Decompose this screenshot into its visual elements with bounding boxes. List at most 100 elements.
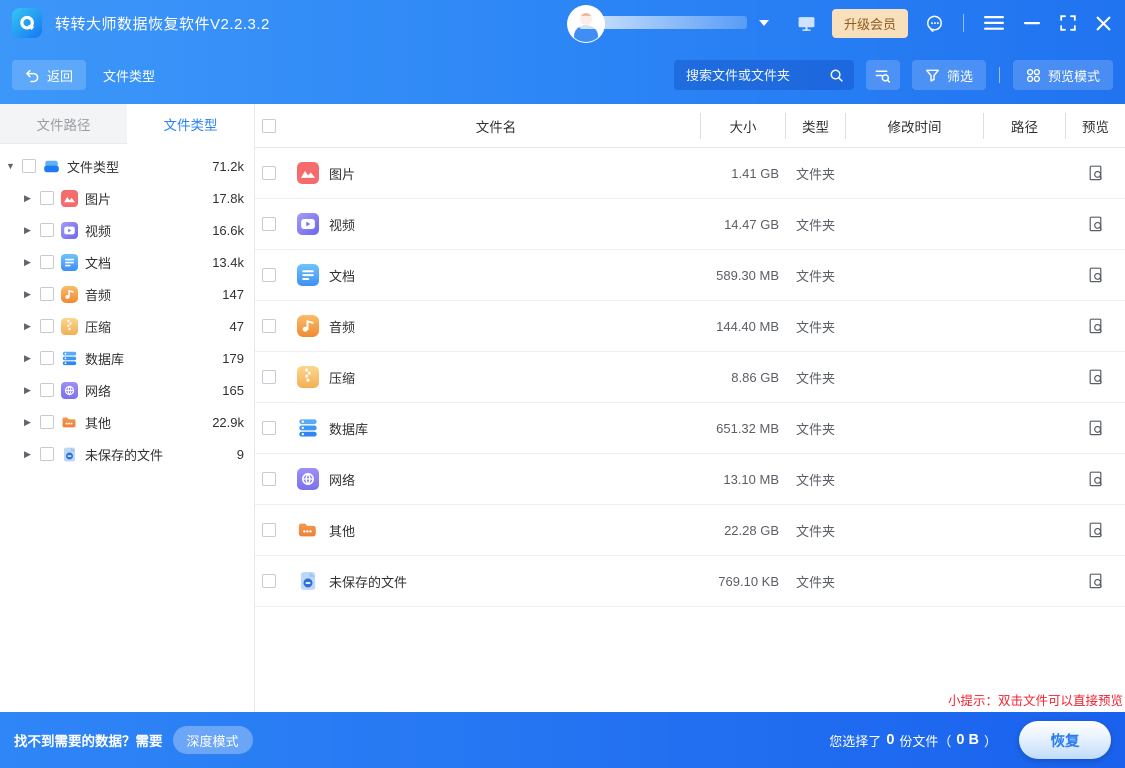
list-search-button[interactable]: [866, 60, 900, 90]
table-row[interactable]: 音频 144.40 MB 文件夹: [255, 301, 1125, 352]
tree-checkbox[interactable]: [40, 447, 54, 461]
filter-button-label: 筛选: [947, 66, 973, 85]
expand-arrow-icon[interactable]: ▶: [24, 225, 39, 236]
preview-file-icon[interactable]: [1087, 164, 1105, 182]
tree-item[interactable]: ▼ 文件类型 71.2k: [0, 150, 254, 182]
table-row[interactable]: 数据库 651.32 MB 文件夹: [255, 403, 1125, 454]
table-row[interactable]: 压缩 8.86 GB 文件夹: [255, 352, 1125, 403]
file-size: 769.10 KB: [701, 574, 785, 589]
tree-checkbox[interactable]: [40, 255, 54, 269]
expand-arrow-icon[interactable]: ▼: [6, 161, 21, 171]
recover-button[interactable]: 恢复: [1019, 721, 1111, 759]
expand-arrow-icon[interactable]: ▶: [24, 257, 39, 268]
table-row[interactable]: 网络 13.10 MB 文件夹: [255, 454, 1125, 505]
table-row[interactable]: 图片 1.41 GB 文件夹: [255, 148, 1125, 199]
account-area[interactable]: [559, 0, 781, 46]
header-file-name[interactable]: 文件名: [292, 116, 700, 136]
display-icon[interactable]: [797, 14, 816, 33]
preview-file-icon[interactable]: [1087, 368, 1105, 386]
filter-button[interactable]: 筛选: [912, 60, 986, 90]
tree-checkbox[interactable]: [22, 159, 36, 173]
preview-mode-button[interactable]: 预览模式: [1013, 60, 1113, 90]
file-size: 589.30 MB: [701, 268, 785, 283]
minimize-icon[interactable]: [1024, 15, 1040, 31]
toolbar: 返回 文件类型 筛选 预览模式: [0, 46, 1125, 104]
upgrade-member-button[interactable]: 升级会员: [832, 9, 908, 38]
table-row[interactable]: 其他 22.28 GB 文件夹: [255, 505, 1125, 556]
tab-file-type[interactable]: 文件类型: [127, 104, 254, 144]
preview-file-icon[interactable]: [1087, 317, 1105, 335]
row-checkbox[interactable]: [262, 421, 276, 435]
row-checkbox[interactable]: [262, 472, 276, 486]
expand-arrow-icon[interactable]: ▶: [24, 385, 39, 396]
expand-arrow-icon[interactable]: ▶: [24, 449, 39, 460]
tree-item[interactable]: ▶ 压缩 47: [0, 310, 254, 342]
preview-file-icon[interactable]: [1087, 419, 1105, 437]
main-panel: 文件名 大小 类型 修改时间 路径 预览 图片 1.41 GB 文件夹: [255, 104, 1125, 712]
maximize-icon[interactable]: [1060, 15, 1076, 31]
tree-item[interactable]: ▶ 视频 16.6k: [0, 214, 254, 246]
preview-file-icon[interactable]: [1087, 572, 1105, 590]
table-row[interactable]: 视频 14.47 GB 文件夹: [255, 199, 1125, 250]
row-checkbox[interactable]: [262, 523, 276, 537]
tree-item-label: 视频: [85, 221, 111, 240]
layers-icon: [43, 158, 60, 175]
tree-item[interactable]: ▶ 数据库 179: [0, 342, 254, 374]
header-size[interactable]: 大小: [701, 116, 785, 136]
tree-item[interactable]: ▶ 图片 17.8k: [0, 182, 254, 214]
audio-icon: [61, 286, 78, 303]
expand-arrow-icon[interactable]: ▶: [24, 417, 39, 428]
tree-checkbox[interactable]: [40, 191, 54, 205]
deep-mode-button[interactable]: 深度模式: [173, 726, 253, 754]
header-modified-time[interactable]: 修改时间: [846, 116, 983, 136]
tree-item-label: 压缩: [85, 317, 111, 336]
tree-item[interactable]: ▶ 网络 165: [0, 374, 254, 406]
preview-file-icon[interactable]: [1087, 521, 1105, 539]
preview-file-icon[interactable]: [1087, 266, 1105, 284]
tree-item[interactable]: ▶ 未保存的文件 9: [0, 438, 254, 470]
search-box[interactable]: [674, 60, 854, 90]
tree-checkbox[interactable]: [40, 287, 54, 301]
tree-checkbox[interactable]: [40, 415, 54, 429]
expand-arrow-icon[interactable]: ▶: [24, 321, 39, 332]
support-headset-icon[interactable]: [924, 13, 945, 34]
tree-item[interactable]: ▶ 文档 13.4k: [0, 246, 254, 278]
file-size: 22.28 GB: [701, 523, 785, 538]
header-path[interactable]: 路径: [984, 116, 1065, 136]
table-row[interactable]: 文档 589.30 MB 文件夹: [255, 250, 1125, 301]
tab-file-path[interactable]: 文件路径: [0, 104, 127, 144]
header-preview[interactable]: 预览: [1066, 116, 1125, 136]
row-checkbox[interactable]: [262, 166, 276, 180]
row-checkbox[interactable]: [262, 319, 276, 333]
header-type[interactable]: 类型: [786, 116, 845, 136]
back-button[interactable]: 返回: [12, 60, 86, 90]
preview-file-icon[interactable]: [1087, 215, 1105, 233]
tree-checkbox[interactable]: [40, 223, 54, 237]
audio-icon: [297, 315, 319, 337]
file-type: 文件夹: [786, 266, 845, 285]
preview-file-icon[interactable]: [1087, 470, 1105, 488]
tree-checkbox[interactable]: [40, 383, 54, 397]
close-icon[interactable]: [1096, 16, 1111, 31]
unsaved-icon: [297, 570, 319, 592]
table-row[interactable]: 未保存的文件 769.10 KB 文件夹: [255, 556, 1125, 607]
file-size: 13.10 MB: [701, 472, 785, 487]
row-checkbox[interactable]: [262, 370, 276, 384]
tree-checkbox[interactable]: [40, 351, 54, 365]
chevron-down-icon[interactable]: [759, 20, 769, 26]
expand-arrow-icon[interactable]: ▶: [24, 289, 39, 300]
video-icon: [61, 222, 78, 239]
row-checkbox[interactable]: [262, 574, 276, 588]
select-all-checkbox[interactable]: [262, 119, 276, 133]
tree-item[interactable]: ▶ 其他 22.9k: [0, 406, 254, 438]
titlebar-right: 升级会员: [559, 0, 1111, 46]
tree-item[interactable]: ▶ 音频 147: [0, 278, 254, 310]
menu-icon[interactable]: [984, 16, 1004, 30]
expand-arrow-icon[interactable]: ▶: [24, 353, 39, 364]
row-checkbox[interactable]: [262, 268, 276, 282]
search-input[interactable]: [684, 67, 829, 84]
other-icon: [297, 519, 319, 541]
row-checkbox[interactable]: [262, 217, 276, 231]
expand-arrow-icon[interactable]: ▶: [24, 193, 39, 204]
tree-checkbox[interactable]: [40, 319, 54, 333]
